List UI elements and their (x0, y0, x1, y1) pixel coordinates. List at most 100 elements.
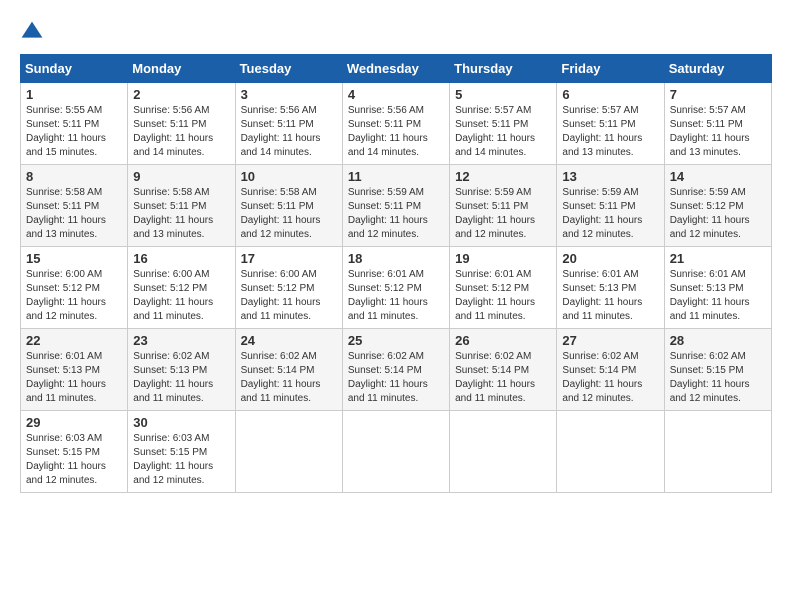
day-number: 9 (133, 169, 229, 184)
cell-text: Sunrise: 6:03 AMSunset: 5:15 PMDaylight:… (133, 433, 213, 486)
cell-text: Sunrise: 6:00 AMSunset: 5:12 PMDaylight:… (133, 269, 213, 322)
day-number: 20 (562, 251, 658, 266)
cell-text: Sunrise: 6:02 AMSunset: 5:14 PMDaylight:… (241, 351, 321, 404)
cell-text: Sunrise: 6:00 AMSunset: 5:12 PMDaylight:… (241, 269, 321, 322)
cell-text: Sunrise: 6:01 AMSunset: 5:13 PMDaylight:… (26, 351, 106, 404)
calendar-cell: 1Sunrise: 5:55 AMSunset: 5:11 PMDaylight… (21, 83, 128, 165)
calendar-cell: 19 Sunrise: 6:01 AMSunset: 5:12 PMDayligh… (450, 247, 557, 329)
calendar-cell: 21 Sunrise: 6:01 AMSunset: 5:13 PMDayligh… (664, 247, 771, 329)
cell-text: Sunrise: 6:01 AMSunset: 5:12 PMDaylight:… (455, 269, 535, 322)
day-number: 12 (455, 169, 551, 184)
calendar-cell (342, 411, 449, 493)
day-number: 7 (670, 87, 766, 102)
day-number: 5 (455, 87, 551, 102)
day-number: 2 (133, 87, 229, 102)
cell-text: Sunrise: 5:59 AMSunset: 5:12 PMDaylight:… (670, 187, 750, 240)
cell-text: Sunrise: 5:56 AMSunset: 5:11 PMDaylight:… (133, 105, 213, 158)
calendar-week-row: 22 Sunrise: 6:01 AMSunset: 5:13 PMDayligh… (21, 329, 772, 411)
calendar-week-row: 15 Sunrise: 6:00 AMSunset: 5:12 PMDayligh… (21, 247, 772, 329)
calendar-cell: 27 Sunrise: 6:02 AMSunset: 5:14 PMDayligh… (557, 329, 664, 411)
cell-text: Sunrise: 6:02 AMSunset: 5:15 PMDaylight:… (670, 351, 750, 404)
day-number: 11 (348, 169, 444, 184)
calendar-body: 1Sunrise: 5:55 AMSunset: 5:11 PMDaylight… (21, 83, 772, 493)
cell-text: Sunrise: 5:59 AMSunset: 5:11 PMDaylight:… (348, 187, 428, 240)
cell-text: Sunrise: 5:57 AMSunset: 5:11 PMDaylight:… (670, 105, 750, 158)
calendar-cell: 20 Sunrise: 6:01 AMSunset: 5:13 PMDayligh… (557, 247, 664, 329)
calendar-cell: 29Sunrise: 6:03 AMSunset: 5:15 PMDayligh… (21, 411, 128, 493)
logo-icon (20, 20, 44, 44)
calendar-table: SundayMondayTuesdayWednesdayThursdayFrid… (20, 54, 772, 493)
cell-text: Sunrise: 6:01 AMSunset: 5:12 PMDaylight:… (348, 269, 428, 322)
calendar-cell (450, 411, 557, 493)
day-number: 28 (670, 333, 766, 348)
calendar-cell (557, 411, 664, 493)
calendar-cell: 8Sunrise: 5:58 AMSunset: 5:11 PMDaylight… (21, 165, 128, 247)
page-header (20, 20, 772, 44)
cell-text: Sunrise: 5:58 AMSunset: 5:11 PMDaylight:… (241, 187, 321, 240)
weekday-header: Wednesday (342, 55, 449, 83)
cell-text: Sunrise: 6:02 AMSunset: 5:13 PMDaylight:… (133, 351, 213, 404)
day-number: 1 (26, 87, 122, 102)
weekday-header: Monday (128, 55, 235, 83)
day-number: 15 (26, 251, 122, 266)
calendar-week-row: 1Sunrise: 5:55 AMSunset: 5:11 PMDaylight… (21, 83, 772, 165)
cell-text: Sunrise: 6:01 AMSunset: 5:13 PMDaylight:… (670, 269, 750, 322)
cell-text: Sunrise: 6:00 AMSunset: 5:12 PMDaylight:… (26, 269, 106, 322)
day-number: 23 (133, 333, 229, 348)
calendar-cell: 5 Sunrise: 5:57 AMSunset: 5:11 PMDaylight… (450, 83, 557, 165)
cell-text: Sunrise: 5:56 AMSunset: 5:11 PMDaylight:… (348, 105, 428, 158)
calendar-header: SundayMondayTuesdayWednesdayThursdayFrid… (21, 55, 772, 83)
cell-text: Sunrise: 5:58 AMSunset: 5:11 PMDaylight:… (26, 187, 106, 240)
day-number: 19 (455, 251, 551, 266)
calendar-cell: 17 Sunrise: 6:00 AMSunset: 5:12 PMDayligh… (235, 247, 342, 329)
weekday-header: Friday (557, 55, 664, 83)
calendar-cell: 11 Sunrise: 5:59 AMSunset: 5:11 PMDayligh… (342, 165, 449, 247)
day-number: 24 (241, 333, 337, 348)
day-number: 3 (241, 87, 337, 102)
calendar-week-row: 29 Sunrise: 6:03 AMSunset: 5:15 PMDayligh… (21, 411, 772, 493)
calendar-cell: 22 Sunrise: 6:01 AMSunset: 5:13 PMDayligh… (21, 329, 128, 411)
day-number: 13 (562, 169, 658, 184)
day-number: 25 (348, 333, 444, 348)
calendar-cell: 13 Sunrise: 5:59 AMSunset: 5:11 PMDayligh… (557, 165, 664, 247)
cell-text: Sunrise: 5:59 AMSunset: 5:11 PMDaylight:… (562, 187, 642, 240)
cell-text: Sunrise: 5:57 AMSunset: 5:11 PMDaylight:… (455, 105, 535, 158)
calendar-cell: 9Sunrise: 5:58 AMSunset: 5:11 PMDaylight… (128, 165, 235, 247)
cell-text: Sunrise: 5:57 AMSunset: 5:11 PMDaylight:… (562, 105, 642, 158)
weekday-header: Saturday (664, 55, 771, 83)
calendar-cell: 26 Sunrise: 6:02 AMSunset: 5:14 PMDayligh… (450, 329, 557, 411)
calendar-cell: 4 Sunrise: 5:56 AMSunset: 5:11 PMDaylight… (342, 83, 449, 165)
calendar-cell: 16 Sunrise: 6:00 AMSunset: 5:12 PMDayligh… (128, 247, 235, 329)
calendar-cell: 2 Sunrise: 5:56 AMSunset: 5:11 PMDaylight… (128, 83, 235, 165)
day-number: 27 (562, 333, 658, 348)
day-number: 4 (348, 87, 444, 102)
day-number: 10 (241, 169, 337, 184)
calendar-cell: 30 Sunrise: 6:03 AMSunset: 5:15 PMDayligh… (128, 411, 235, 493)
day-number: 30 (133, 415, 229, 430)
day-number: 6 (562, 87, 658, 102)
day-number: 16 (133, 251, 229, 266)
day-number: 22 (26, 333, 122, 348)
weekday-header: Tuesday (235, 55, 342, 83)
calendar-cell: 14 Sunrise: 5:59 AMSunset: 5:12 PMDayligh… (664, 165, 771, 247)
cell-text: Sunrise: 6:02 AMSunset: 5:14 PMDaylight:… (348, 351, 428, 404)
day-number: 26 (455, 333, 551, 348)
cell-text: Sunrise: 6:01 AMSunset: 5:13 PMDaylight:… (562, 269, 642, 322)
cell-text: Sunrise: 6:02 AMSunset: 5:14 PMDaylight:… (455, 351, 535, 404)
cell-text: Sunrise: 6:02 AMSunset: 5:14 PMDaylight:… (562, 351, 642, 404)
day-number: 21 (670, 251, 766, 266)
calendar-cell (664, 411, 771, 493)
calendar-cell: 24 Sunrise: 6:02 AMSunset: 5:14 PMDayligh… (235, 329, 342, 411)
calendar-cell (235, 411, 342, 493)
day-number: 17 (241, 251, 337, 266)
calendar-cell: 15 Sunrise: 6:00 AMSunset: 5:12 PMDayligh… (21, 247, 128, 329)
calendar-cell: 18 Sunrise: 6:01 AMSunset: 5:12 PMDayligh… (342, 247, 449, 329)
calendar-cell: 10 Sunrise: 5:58 AMSunset: 5:11 PMDayligh… (235, 165, 342, 247)
calendar-cell: 28 Sunrise: 6:02 AMSunset: 5:15 PMDayligh… (664, 329, 771, 411)
logo (20, 20, 48, 44)
cell-text: Sunrise: 5:59 AMSunset: 5:11 PMDaylight:… (455, 187, 535, 240)
day-number: 29 (26, 415, 122, 430)
day-number: 18 (348, 251, 444, 266)
calendar-cell: 23 Sunrise: 6:02 AMSunset: 5:13 PMDayligh… (128, 329, 235, 411)
day-number: 14 (670, 169, 766, 184)
